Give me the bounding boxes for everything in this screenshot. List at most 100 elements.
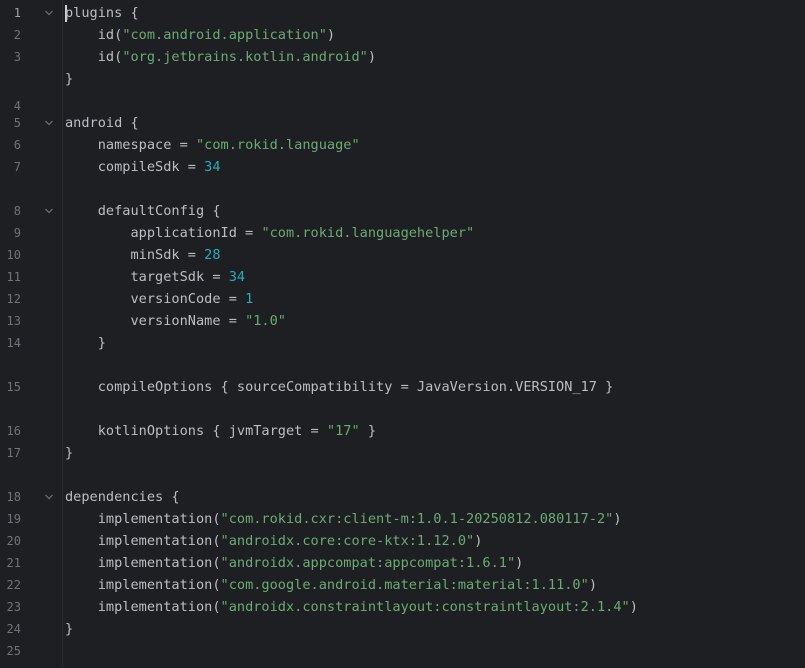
code-text[interactable]: minSdk = 28	[65, 245, 220, 265]
code-text[interactable]: applicationId = "com.rokid.languagehelpe…	[65, 223, 474, 243]
string-literal: "androidx.core:core-ktx:1.12.0"	[220, 533, 475, 549]
code-line[interactable]: 17}	[0, 442, 805, 464]
code-token: }	[359, 423, 377, 439]
code-editor[interactable]: 1 plugins {2 id("com.android.application"…	[0, 0, 805, 668]
code-line[interactable]: 20 implementation("androidx.core:core-kt…	[0, 530, 805, 552]
code-text[interactable]: dependencies {	[65, 487, 180, 507]
code-line[interactable]: 22 implementation("com.google.android.ma…	[0, 574, 805, 596]
code-token: )	[367, 49, 377, 65]
fold-chevron-icon[interactable]	[44, 118, 54, 128]
code-token: }	[97, 335, 106, 351]
code-line[interactable]: 14 }	[0, 332, 805, 354]
code-text[interactable]: id("org.jetbrains.kotlin.android")	[65, 47, 376, 67]
line-number: 12	[6, 292, 21, 306]
number-literal: 1	[245, 291, 254, 307]
code-line[interactable]: 8 defaultConfig {	[0, 200, 805, 222]
code-text[interactable]: versionName = "1.0"	[65, 311, 286, 331]
line-number: 21	[6, 556, 21, 570]
line-number: 20	[6, 534, 21, 548]
code-line[interactable]: 12 versionCode = 1	[0, 288, 805, 310]
code-line[interactable]: 15 compileOptions { sourceCompatibility …	[0, 376, 805, 398]
code-token: }	[65, 71, 74, 87]
line-number: 24	[6, 622, 21, 636]
code-text[interactable]: }	[65, 333, 106, 353]
line-number: 2	[13, 28, 21, 42]
code-text[interactable]: android {	[65, 113, 139, 133]
fold-chevron-icon[interactable]	[44, 8, 54, 18]
line-number: 16	[6, 424, 21, 438]
code-line[interactable]: 2 id("com.android.application")	[0, 24, 805, 46]
code-line[interactable]: 24}	[0, 618, 805, 640]
string-literal: "androidx.constraintlayout:constraintlay…	[220, 599, 630, 615]
code-line[interactable]: 19 implementation("com.rokid.cxr:client-…	[0, 508, 805, 530]
code-line[interactable]: 11 targetSdk = 34	[0, 266, 805, 288]
code-line[interactable]: 16 kotlinOptions { jvmTarget = "17" }	[0, 420, 805, 442]
string-literal: "com.rokid.cxr:client-m:1.0.1-20250812.0…	[220, 511, 614, 527]
code-token: implementation(	[97, 599, 221, 615]
code-text[interactable]: compileOptions { sourceCompatibility = J…	[65, 377, 614, 397]
code-text[interactable]: kotlinOptions { jvmTarget = "17" }	[65, 421, 376, 441]
string-literal: "1.0"	[245, 313, 286, 329]
code-token: versionName =	[130, 313, 246, 329]
line-number: 6	[13, 138, 21, 152]
code-text[interactable]: defaultConfig {	[65, 201, 221, 221]
code-token: versionCode =	[130, 291, 246, 307]
code-line[interactable]: 6 namespace = "com.rokid.language"	[0, 134, 805, 156]
fold-chevron-icon[interactable]	[44, 206, 54, 216]
code-line[interactable]: 25	[0, 640, 805, 662]
code-line[interactable]: }	[0, 68, 805, 90]
code-text[interactable]: implementation("com.google.android.mater…	[65, 575, 597, 595]
code-text[interactable]: compileSdk = 34	[65, 157, 221, 177]
code-token: compileOptions { sourceCompatibility = J…	[97, 379, 614, 395]
code-token: implementation(	[97, 577, 221, 593]
code-line[interactable]: 18 dependencies {	[0, 486, 805, 508]
code-text[interactable]: implementation("androidx.constraintlayou…	[65, 597, 638, 617]
string-literal: "com.rokid.language"	[195, 137, 360, 153]
code-text[interactable]: id("com.android.application")	[65, 25, 335, 45]
code-line[interactable]: 5 android {	[0, 112, 805, 134]
code-token: dependencies {	[65, 489, 180, 505]
fold-chevron-icon[interactable]	[44, 492, 54, 502]
line-number: 11	[6, 270, 21, 284]
line-number: 13	[6, 314, 21, 328]
code-text[interactable]: }	[65, 69, 73, 89]
code-token: )	[629, 599, 638, 615]
code-line[interactable]: 1 plugins {	[0, 2, 805, 24]
code-text[interactable]: }	[65, 443, 73, 463]
code-token: implementation(	[97, 533, 221, 549]
code-token: )	[326, 27, 336, 43]
code-text[interactable]: plugins {	[65, 3, 139, 23]
line-number: 10	[6, 248, 21, 262]
code-token: defaultConfig {	[97, 203, 221, 219]
code-text[interactable]: targetSdk = 34	[65, 267, 245, 287]
code-line[interactable]: 23 implementation("androidx.constraintla…	[0, 596, 805, 618]
code-text[interactable]: implementation("com.rokid.cxr:client-m:1…	[65, 509, 622, 529]
code-line[interactable]: 21 implementation("androidx.appcompat:ap…	[0, 552, 805, 574]
code-text[interactable]: versionCode = 1	[65, 289, 253, 309]
line-number: 7	[13, 160, 21, 174]
code-token: )	[515, 555, 524, 571]
code-line[interactable]: 9 applicationId = "com.rokid.languagehel…	[0, 222, 805, 244]
code-token: kotlinOptions { jvmTarget =	[97, 423, 327, 439]
code-text[interactable]: namespace = "com.rokid.language"	[65, 135, 360, 155]
code-line[interactable]: 7 compileSdk = 34	[0, 156, 805, 178]
line-number: 23	[6, 600, 21, 614]
code-token: compileSdk =	[97, 159, 205, 175]
code-text[interactable]: implementation("androidx.appcompat:appco…	[65, 553, 524, 573]
code-token: android {	[65, 115, 139, 131]
code-line[interactable]: 13 versionName = "1.0"	[0, 310, 805, 332]
string-literal: "org.jetbrains.kotlin.android"	[122, 49, 368, 65]
code-line[interactable]: 3 id("org.jetbrains.kotlin.android")	[0, 46, 805, 68]
code-text[interactable]: implementation("androidx.core:core-ktx:1…	[65, 531, 483, 551]
code-line[interactable]: 10 minSdk = 28	[0, 244, 805, 266]
code-text[interactable]: }	[65, 619, 73, 639]
string-literal: "androidx.appcompat:appcompat:1.6.1"	[220, 555, 516, 571]
line-number: 15	[6, 380, 21, 394]
